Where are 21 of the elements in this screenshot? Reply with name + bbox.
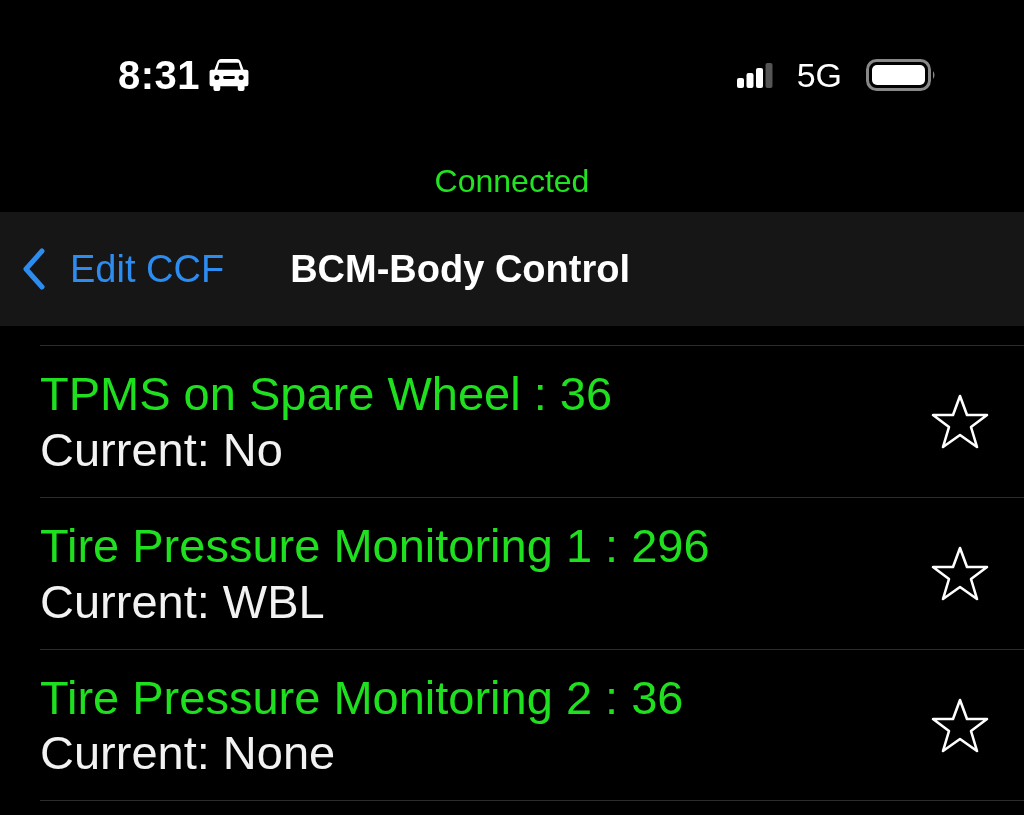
star-icon[interactable] [930, 696, 990, 754]
setting-title: Tire Pressure Monitoring 2 : 36 [40, 669, 684, 725]
list-row[interactable]: Tire Pressure Monitoring 1 : 296 Current: WBL [40, 497, 1024, 649]
current-value: Current: No [40, 421, 284, 477]
signal-icon [736, 62, 773, 88]
connection-status: Connected [434, 162, 590, 201]
list-row[interactable]: TPMS on Spare Wheel : 36 Current: No [40, 345, 1024, 497]
network-label: 5G [796, 54, 842, 96]
setting-title: TPMS on Spare Wheel : 36 [40, 366, 613, 422]
back-button[interactable]: Edit CCF [22, 240, 225, 298]
clock-time: 8:31 [118, 52, 201, 99]
screen-title: BCM-Body Control [290, 246, 630, 292]
current-value: Current: WBL [40, 573, 326, 629]
setting-title: Tire Pressure Monitoring 1 : 296 [40, 518, 710, 574]
star-icon[interactable] [930, 393, 990, 450]
list-row[interactable]: Tire Pressure Monitoring 2 : 36 Current: None [40, 649, 1024, 801]
current-value: Current: None [40, 725, 337, 781]
battery-icon [866, 59, 936, 91]
star-icon[interactable] [930, 545, 990, 602]
car-icon [208, 58, 251, 92]
back-chevron-icon [22, 248, 46, 290]
